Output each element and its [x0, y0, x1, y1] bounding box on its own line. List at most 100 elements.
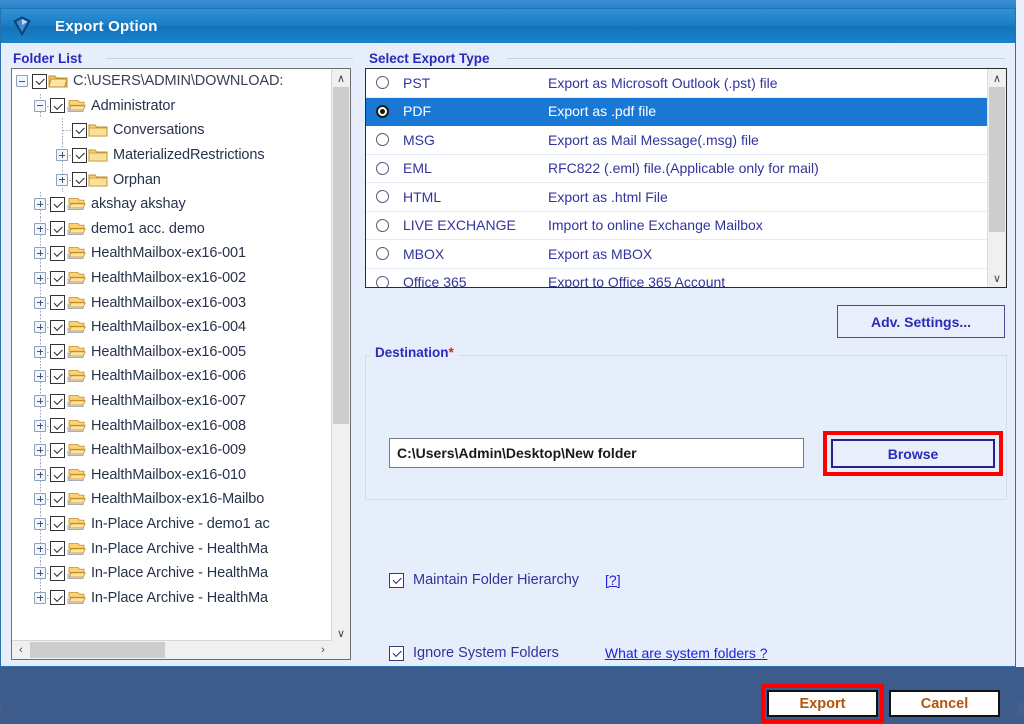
tree-expander-plus-icon[interactable] [34, 419, 46, 432]
folder-checkbox[interactable] [50, 245, 65, 261]
folder-checkbox[interactable] [50, 393, 65, 409]
folder-checkbox[interactable] [50, 590, 65, 606]
tree-expander-plus-icon[interactable] [34, 444, 46, 457]
tree-expander-plus-icon[interactable] [34, 272, 46, 285]
cancel-button[interactable]: Cancel [889, 690, 1000, 717]
folder-tree-item[interactable]: MaterializedRestrictions [12, 142, 332, 168]
folder-tree-item[interactable]: demo1 acc. demo [12, 216, 332, 242]
folder-tree-item[interactable]: HealthMailbox-ex16-008 [12, 413, 332, 438]
folder-checkbox[interactable] [50, 221, 65, 237]
folder-tree-vertical-scrollbar[interactable]: ∧ ∨ [331, 69, 350, 642]
folder-tree-item[interactable]: HealthMailbox-ex16-Mailbo [12, 487, 332, 512]
folder-checkbox[interactable] [50, 541, 65, 557]
tree-expander-plus-icon[interactable] [34, 198, 46, 211]
tree-expander-plus-icon[interactable] [34, 247, 46, 260]
maintain-folder-hierarchy-checkbox[interactable] [389, 572, 404, 588]
export-type-option[interactable]: MBOX Export as MBOX [366, 240, 988, 269]
tree-expander-plus-icon[interactable] [34, 567, 46, 580]
export-type-radio[interactable] [376, 161, 389, 175]
folder-tree-item[interactable]: Orphan [12, 167, 332, 192]
folder-checkbox[interactable] [50, 98, 65, 114]
folder-tree-item[interactable]: In-Place Archive - HealthMa [12, 560, 332, 586]
folder-tree-item[interactable]: HealthMailbox-ex16-005 [12, 339, 332, 365]
export-type-option[interactable]: MSG Export as Mail Message(.msg) file [366, 126, 988, 155]
export-type-list[interactable]: PST Export as Microsoft Outlook (.pst) fi… [366, 69, 988, 287]
scroll-up-icon[interactable]: ∧ [332, 69, 350, 87]
folder-checkbox[interactable] [32, 73, 47, 89]
export-type-radio[interactable] [376, 218, 389, 232]
folder-tree-item[interactable]: HealthMailbox-ex16-002 [12, 265, 332, 291]
folder-tree-item[interactable]: In-Place Archive - HealthMa [12, 536, 332, 561]
folder-tree-item[interactable]: HealthMailbox-ex16-001 [12, 241, 332, 266]
folder-tree-item[interactable]: HealthMailbox-ex16-004 [12, 314, 332, 340]
export-type-option[interactable]: LIVE EXCHANGE Import to online Exchange M… [366, 212, 988, 240]
export-type-radio[interactable] [376, 275, 389, 287]
tree-expander-plus-icon[interactable] [34, 296, 46, 309]
ignore-system-folders-checkbox[interactable] [389, 645, 404, 661]
tree-expander-plus-icon[interactable] [34, 517, 46, 530]
scroll-down-icon[interactable]: ∨ [332, 624, 350, 642]
folder-tree-item[interactable]: HealthMailbox-ex16-010 [12, 462, 332, 488]
export-type-radio[interactable] [376, 76, 389, 90]
scrollbar-thumb[interactable] [989, 87, 1005, 232]
what-are-system-folders-link[interactable]: What are system folders ? [605, 645, 768, 661]
export-type-radio[interactable] [376, 104, 389, 118]
export-type-radio[interactable] [376, 133, 389, 147]
tree-expander-plus-icon[interactable] [34, 370, 46, 383]
scroll-up-icon[interactable]: ∧ [988, 69, 1006, 87]
folder-checkbox[interactable] [50, 344, 65, 360]
tree-expander-plus-icon[interactable] [56, 173, 68, 186]
scroll-right-icon[interactable]: › [314, 641, 332, 659]
folder-tree-item[interactable]: HealthMailbox-ex16-009 [12, 437, 332, 463]
folder-tree-item[interactable]: In-Place Archive - demo1 ac [12, 511, 332, 537]
tree-expander-minus-icon[interactable] [16, 75, 28, 88]
folder-tree-item[interactable]: HealthMailbox-ex16-006 [12, 364, 332, 389]
folder-checkbox[interactable] [50, 516, 65, 532]
export-button[interactable]: Export [767, 690, 878, 717]
dialog-titlebar[interactable]: Export Option [1, 9, 1015, 43]
tree-expander-minus-icon[interactable] [34, 99, 46, 112]
folder-tree-item[interactable]: In-Place Archive - HealthMa [12, 585, 332, 610]
export-type-vertical-scrollbar[interactable]: ∧ ∨ [987, 69, 1006, 287]
folder-tree[interactable]: C:\USERS\ADMIN\DOWNLOAD: Administrator Con… [12, 69, 332, 642]
export-type-radio[interactable] [376, 247, 389, 261]
tree-expander-plus-icon[interactable] [34, 321, 46, 334]
browse-button[interactable]: Browse [831, 439, 995, 468]
folder-tree-horizontal-scrollbar[interactable]: ‹ › [12, 640, 332, 659]
export-type-option[interactable]: PDF Export as .pdf file [366, 97, 988, 126]
tree-expander-plus-icon[interactable] [56, 149, 68, 162]
tree-expander-plus-icon[interactable] [34, 345, 46, 358]
tree-expander-plus-icon[interactable] [34, 542, 46, 555]
scroll-down-icon[interactable]: ∨ [988, 269, 1006, 287]
folder-checkbox[interactable] [50, 196, 65, 212]
folder-tree-item[interactable]: akshay akshay [12, 191, 332, 217]
folder-checkbox[interactable] [72, 172, 87, 188]
scroll-left-icon[interactable]: ‹ [12, 641, 30, 659]
folder-checkbox[interactable] [50, 467, 65, 483]
export-type-radio[interactable] [376, 190, 389, 204]
folder-tree-item[interactable]: C:\USERS\ADMIN\DOWNLOAD: [12, 69, 332, 94]
ignore-system-folders-row[interactable]: Ignore System Folders What are system fo… [389, 645, 768, 661]
tree-expander-plus-icon[interactable] [34, 468, 46, 481]
folder-checkbox[interactable] [72, 147, 87, 163]
folder-checkbox[interactable] [50, 368, 65, 384]
tree-expander-plus-icon[interactable] [34, 591, 46, 604]
scrollbar-thumb-horizontal[interactable] [30, 642, 165, 658]
export-type-option[interactable]: HTML Export as .html File [366, 183, 988, 212]
export-type-option[interactable]: EML RFC822 (.eml) file.(Applicable only f… [366, 155, 988, 183]
export-type-option[interactable]: PST Export as Microsoft Outlook (.pst) fi… [366, 69, 988, 98]
maintain-folder-hierarchy-help-link[interactable]: [?] [605, 572, 621, 588]
destination-path-input[interactable]: C:\Users\Admin\Desktop\New folder [389, 438, 804, 468]
folder-checkbox[interactable] [50, 319, 65, 335]
folder-tree-item[interactable]: HealthMailbox-ex16-003 [12, 290, 332, 315]
folder-checkbox[interactable] [50, 491, 65, 507]
folder-tree-item[interactable]: Administrator [12, 93, 332, 119]
adv-settings-button[interactable]: Adv. Settings... [837, 305, 1005, 338]
tree-expander-plus-icon[interactable] [34, 222, 46, 235]
export-type-option[interactable]: Office 365 Export to Office 365 Account [366, 269, 988, 287]
folder-checkbox[interactable] [50, 418, 65, 434]
folder-tree-item[interactable]: HealthMailbox-ex16-007 [12, 388, 332, 414]
tree-expander-plus-icon[interactable] [34, 493, 46, 506]
tree-expander-plus-icon[interactable] [34, 395, 46, 408]
folder-checkbox[interactable] [72, 122, 87, 138]
